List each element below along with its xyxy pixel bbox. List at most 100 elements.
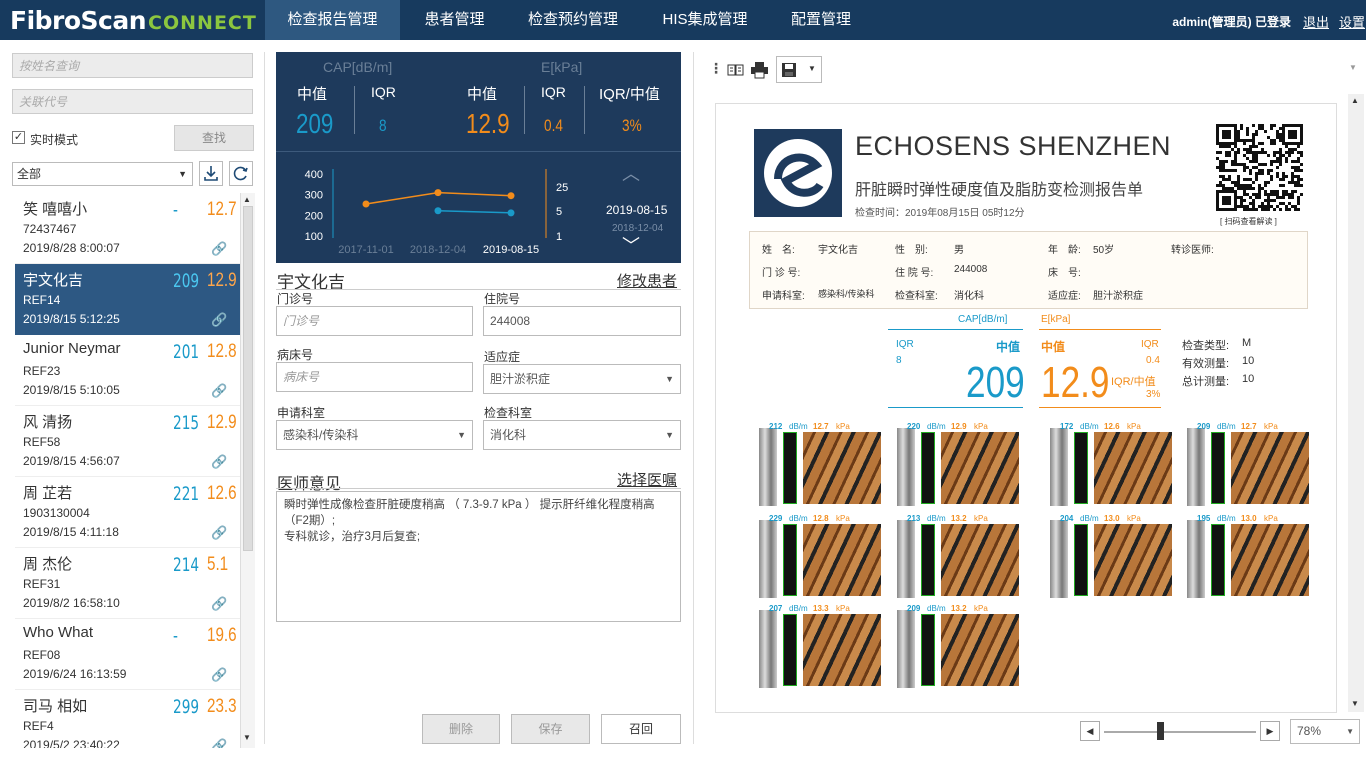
delete-button[interactable]: 删除: [422, 714, 500, 744]
zoom-select[interactable]: 78% ▼: [1290, 719, 1360, 744]
thumb-cap: 207: [769, 604, 783, 613]
measurement-thumbnail: 195 dB/m 13.0 kPa: [1179, 514, 1314, 602]
edit-patient-link[interactable]: 修改患者: [617, 270, 677, 291]
chevron-down-icon[interactable]: ▼: [1349, 63, 1357, 72]
zoom-slider[interactable]: [1157, 722, 1164, 740]
valid-count-label: 有效测量:: [1182, 358, 1230, 370]
thumb-cap-unit: dB/m: [1080, 422, 1099, 431]
thumb-cap: 229: [769, 514, 783, 523]
thumb-e-unit: kPa: [974, 422, 988, 431]
link-icon[interactable]: 🔗: [211, 596, 227, 612]
data-point: [507, 209, 515, 217]
thumb-cap: 209: [907, 604, 921, 613]
divider: [888, 329, 1023, 330]
inpatient-field[interactable]: 244008: [483, 306, 681, 336]
nav-tab-config[interactable]: 配置管理: [775, 0, 867, 40]
print-icon[interactable]: [750, 61, 769, 79]
zoom-value: 78%: [1297, 724, 1322, 738]
link-icon[interactable]: 🔗: [211, 241, 227, 257]
left-tick-label: 300: [305, 190, 323, 202]
patient-id: 1903130004: [23, 506, 90, 520]
settings-link[interactable]: 设置: [1339, 12, 1365, 31]
patient-id: REF4: [23, 719, 54, 733]
outpatient-field[interactable]: 门诊号: [276, 306, 473, 336]
nav-tab-patients[interactable]: 患者管理: [402, 0, 507, 40]
patient-list-item[interactable]: 周 杰伦 REF31 2019/8/2 16:58:10 214 5.1 🔗: [15, 548, 240, 619]
patient-list-item[interactable]: Junior Neymar REF23 2019/8/15 5:10:05 20…: [15, 335, 240, 406]
choose-advice-link[interactable]: 选择医嘱: [617, 469, 677, 490]
find-button[interactable]: 查找: [174, 125, 254, 151]
name-search-input[interactable]: 按姓名查询: [12, 53, 253, 78]
thumb-e: 12.6: [1104, 422, 1120, 431]
logout-link[interactable]: 退出: [1303, 12, 1329, 31]
exam-dept-select[interactable]: 消化科 ▼: [483, 420, 681, 450]
scroll-thumb[interactable]: [243, 206, 253, 551]
divider: [276, 289, 681, 290]
report-e-value: 12.9: [1041, 358, 1110, 407]
e-median-value: 12.9: [466, 108, 510, 139]
patient-e-value: 12.7: [207, 199, 237, 220]
zoom-left-button[interactable]: ◀: [1080, 721, 1100, 741]
thumb-e-unit: kPa: [1127, 422, 1141, 431]
link-icon[interactable]: 🔗: [211, 738, 227, 748]
patient-exam-date: 2019/8/15 4:56:07: [23, 454, 120, 468]
chevron-down-icon: ▼: [808, 64, 816, 73]
patient-list-scrollbar[interactable]: ▲ ▼: [240, 193, 255, 748]
patient-cap-value: 221: [173, 483, 200, 505]
realtime-checkbox[interactable]: ✓: [12, 131, 25, 144]
nav-tab-appointments[interactable]: 检查预约管理: [510, 0, 636, 40]
thumb-e: 13.3: [813, 604, 829, 613]
chevron-down-icon[interactable]: ﹀: [622, 232, 640, 258]
recall-button[interactable]: 召回: [601, 714, 681, 744]
link-icon[interactable]: 🔗: [211, 383, 227, 399]
thumb-cap-unit: dB/m: [789, 514, 808, 523]
save-button[interactable]: 保存: [511, 714, 590, 744]
scroll-down-icon[interactable]: ▼: [243, 733, 251, 742]
more-icon[interactable]: ⋮: [709, 60, 723, 77]
patient-list-item[interactable]: 司马 相如 REF4 2019/5/2 23:40:22 299 23.3 🔗: [15, 690, 240, 748]
scroll-up-icon[interactable]: ▲: [243, 195, 251, 204]
patient-cap-value: 215: [173, 412, 200, 434]
code-search-input[interactable]: 关联代号: [12, 89, 253, 114]
measurement-thumbnail: 220 dB/m 12.9 kPa: [889, 422, 1024, 510]
scroll-down-icon[interactable]: ▼: [1351, 699, 1359, 708]
refresh-button[interactable]: [229, 161, 253, 186]
qr-code: [1216, 124, 1303, 211]
dept-label: 申请科室: [277, 406, 326, 420]
cap-median-value: 209: [296, 108, 334, 139]
filter-select[interactable]: 全部 ▼: [12, 162, 193, 186]
exam-time: 检查时间：2019年08月15日 05时12分: [855, 208, 1025, 219]
patient-exam-date: 2019/8/15 5:12:25: [23, 312, 120, 326]
zoom-bar: ◀ ▶ 78% ▼: [1080, 716, 1366, 746]
save-format-button[interactable]: ▼: [776, 56, 822, 83]
patient-list-item[interactable]: 风 清扬 REF58 2019/8/15 4:56:07 215 12.9 🔗: [15, 406, 240, 477]
patient-id: REF08: [23, 648, 61, 662]
thumb-cap-unit: dB/m: [927, 604, 946, 613]
patient-e-value: 23.3: [207, 696, 237, 717]
zoom-right-button[interactable]: ▶: [1260, 721, 1280, 741]
link-icon[interactable]: 🔗: [211, 525, 227, 541]
thumb-e: 12.7: [813, 422, 829, 431]
link-icon[interactable]: 🔗: [211, 667, 227, 683]
nav-tab-his[interactable]: HIS集成管理: [645, 0, 765, 40]
link-icon[interactable]: 🔗: [211, 454, 227, 470]
bed-field[interactable]: 病床号: [276, 362, 473, 392]
indication-select[interactable]: 胆汁淤积症 ▼: [483, 364, 681, 394]
dept-select[interactable]: 感染科/传染科 ▼: [276, 420, 473, 450]
patient-list-item[interactable]: 周 芷若 1903130004 2019/8/15 4:11:18 221 12…: [15, 477, 240, 548]
thumb-e-unit: kPa: [974, 514, 988, 523]
patient-list-item[interactable]: 笑 嘻嘻小 72437467 2019/8/28 8:00:07 - 12.7 …: [15, 193, 240, 264]
nav-tab-reports[interactable]: 检查报告管理: [265, 0, 400, 40]
scroll-up-icon[interactable]: ▲: [1351, 96, 1359, 105]
book-icon[interactable]: [727, 62, 745, 78]
link-icon[interactable]: 🔗: [211, 312, 227, 328]
patient-id: REF23: [23, 364, 61, 378]
chevron-up-icon[interactable]: ︿: [622, 160, 640, 186]
opinion-textarea[interactable]: 瞬时弹性成像检查肝脏硬度稍高 （ 7.3-9.7 kPa ） 提示肝纤维化程度稍…: [276, 491, 681, 622]
patient-list-item[interactable]: 宇文化吉 REF14 2019/8/15 5:12:25 209 12.9 🔗: [15, 264, 240, 335]
info-label: 年 龄:: [1048, 245, 1081, 256]
zoom-track[interactable]: [1104, 731, 1256, 733]
patient-list-item[interactable]: Who What REF08 2019/6/24 16:13:59 - 19.6…: [15, 619, 240, 690]
report-scrollbar[interactable]: ▲ ▼: [1348, 94, 1364, 712]
export-button[interactable]: [199, 161, 223, 186]
